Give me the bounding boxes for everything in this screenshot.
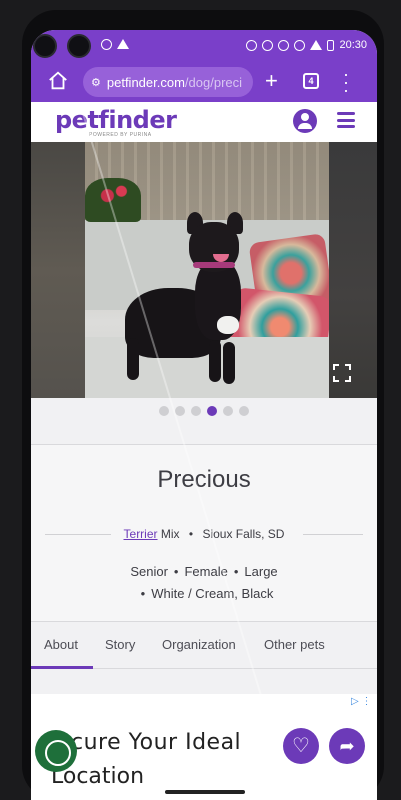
pet-color: White / Cream, Black <box>151 586 274 601</box>
tab-organization[interactable]: Organization <box>162 637 236 652</box>
profile-tabs: About Story Organization Other pets <box>31 621 377 669</box>
status-notifications <box>101 39 129 50</box>
share-button[interactable]: ➦ <box>329 728 365 764</box>
tab-story[interactable]: Story <box>105 637 135 652</box>
carousel-dot[interactable] <box>159 406 169 416</box>
battery-icon <box>327 39 335 51</box>
new-tab-icon[interactable]: + <box>265 68 278 94</box>
tab-about[interactable]: About <box>44 637 78 652</box>
screen: 20:30 ⚙ petfinder.com/dog/preci + 4 · · · … <box>31 30 377 800</box>
url-bar[interactable]: ⚙ petfinder.com/dog/preci <box>83 67 253 97</box>
signal-icon <box>310 40 323 50</box>
cookie-settings-icon[interactable] <box>35 730 77 772</box>
pet-photo[interactable] <box>31 142 377 398</box>
tab-other-pets[interactable]: Other pets <box>264 637 325 652</box>
front-camera-left <box>33 34 57 58</box>
data-saver-icon <box>246 39 258 51</box>
warning-icon <box>117 39 129 49</box>
carousel-dot[interactable] <box>207 406 217 416</box>
front-camera-right <box>67 34 91 58</box>
pet-color-row: • White / Cream, Black <box>140 586 274 601</box>
account-icon[interactable] <box>293 109 317 133</box>
pet-name: Precious <box>157 466 251 493</box>
chrome-notification-icon <box>101 39 112 50</box>
nfc-icon <box>278 39 290 51</box>
carousel-dot[interactable] <box>191 406 201 416</box>
pet-location: Sioux Falls, SD <box>202 527 285 541</box>
site-header: petfinder POWERED BY PURINA <box>31 102 377 142</box>
status-bar: 20:30 <box>31 30 377 62</box>
pet-attributes: Senior • Female • Large <box>130 564 278 579</box>
alarm-icon <box>262 39 274 51</box>
status-system: 20:30 <box>246 39 367 51</box>
active-tab-indicator <box>31 666 93 669</box>
fullscreen-icon[interactable] <box>333 364 351 382</box>
wifi-icon <box>294 39 306 51</box>
gesture-nav-bar[interactable] <box>165 790 245 794</box>
ad-headline: cure Your Ideal <box>71 730 242 755</box>
carousel-dots <box>31 406 377 416</box>
url-host: petfinder.com <box>106 74 185 90</box>
browser-toolbar: ⚙ petfinder.com/dog/preci + 4 · · · <box>31 62 377 102</box>
breed-link[interactable]: Terrier <box>124 527 158 541</box>
favorite-button[interactable]: ♡ <box>283 728 319 764</box>
petfinder-logo[interactable]: petfinder <box>55 106 177 134</box>
pet-size: Large <box>244 564 278 579</box>
carousel-dot[interactable] <box>175 406 185 416</box>
hamburger-menu-icon[interactable] <box>337 112 355 128</box>
tab-switcher-button[interactable]: 4 <box>303 73 319 89</box>
carousel-dot[interactable] <box>239 406 249 416</box>
pet-age: Senior <box>130 564 168 579</box>
home-icon[interactable] <box>47 70 69 92</box>
logo-subtitle: POWERED BY PURINA <box>89 132 152 138</box>
carousel-dot[interactable] <box>223 406 233 416</box>
site-settings-icon[interactable]: ⚙ <box>91 76 101 89</box>
breed-suffix: Mix <box>160 527 180 541</box>
browser-menu-icon[interactable]: · · · <box>343 65 349 99</box>
ad-choices-icon[interactable]: ▷ ⋮ <box>351 696 371 707</box>
url-path: /dog/preci <box>184 74 243 90</box>
breed-location-row: Terrier Mix • Sioux Falls, SD <box>31 525 377 545</box>
status-time: 20:30 <box>339 39 367 51</box>
